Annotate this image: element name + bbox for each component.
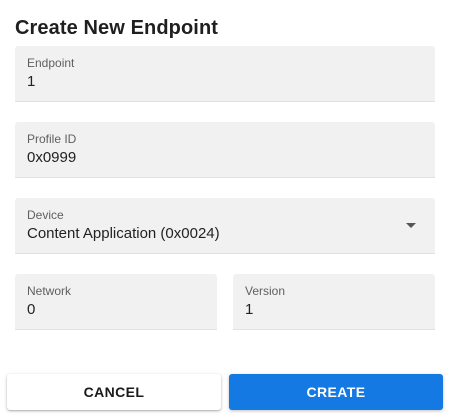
endpoint-label: Endpoint: [27, 56, 75, 70]
endpoint-value[interactable]: 1: [27, 73, 35, 90]
endpoint-field[interactable]: Endpoint 1: [15, 46, 435, 102]
profile-id-field[interactable]: Profile ID 0x0999: [15, 122, 435, 178]
version-field[interactable]: Version 1: [233, 274, 435, 330]
network-label: Network: [27, 284, 72, 298]
profile-id-label: Profile ID: [27, 132, 77, 146]
profile-id-value[interactable]: 0x0999: [27, 149, 76, 166]
cancel-button[interactable]: CANCEL: [7, 374, 221, 410]
device-label: Device: [27, 208, 64, 222]
network-field[interactable]: Network 0: [15, 274, 217, 330]
version-value[interactable]: 1: [245, 301, 253, 318]
device-value[interactable]: Content Application (0x0024): [27, 225, 220, 242]
create-endpoint-dialog: Create New Endpoint Endpoint 1 Profile I…: [0, 0, 450, 418]
device-select[interactable]: Device Content Application (0x0024): [15, 198, 435, 254]
create-button[interactable]: CREATE: [229, 374, 443, 410]
chevron-down-icon[interactable]: [406, 223, 416, 228]
dialog-title: Create New Endpoint: [15, 17, 219, 39]
network-value[interactable]: 0: [27, 301, 35, 318]
version-label: Version: [245, 284, 286, 298]
